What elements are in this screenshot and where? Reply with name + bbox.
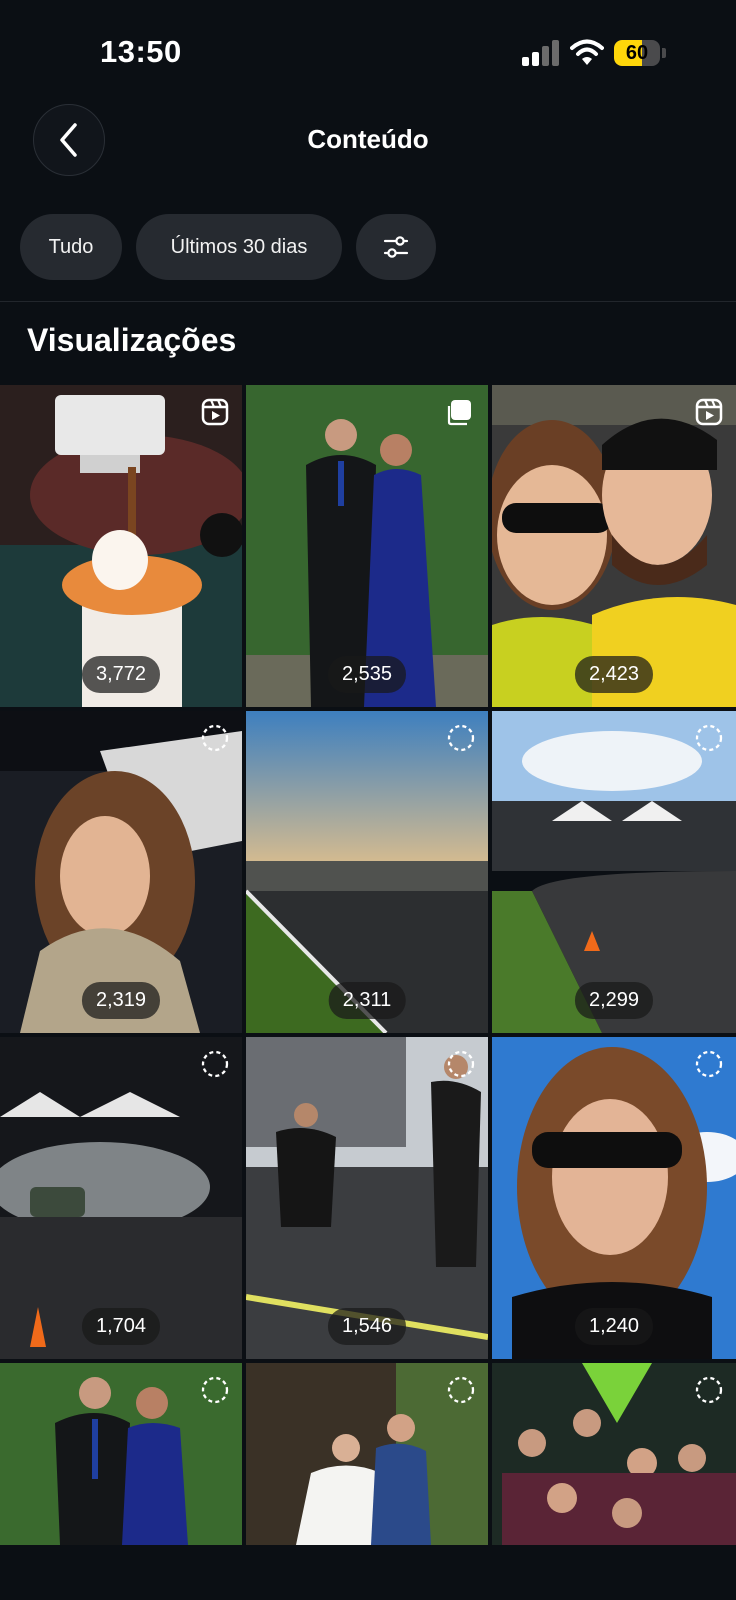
header: Conteúdo [0, 100, 736, 184]
post-tile[interactable]: 2,299 [492, 711, 736, 1033]
post-tile[interactable]: 3,772 [0, 385, 242, 707]
page-title: Conteúdo [307, 124, 429, 154]
view-count-badge: 2,423 [574, 656, 654, 693]
story-icon [201, 1376, 229, 1404]
post-tile[interactable]: 2,319 [0, 711, 242, 1033]
post-tile[interactable] [492, 1363, 736, 1545]
story-icon [695, 1050, 723, 1078]
filter-period-chip[interactable]: Últimos 30 dias [136, 214, 342, 280]
post-tile[interactable]: 2,423 [492, 385, 736, 707]
post-tile[interactable]: 2,311 [246, 711, 488, 1033]
post-tile[interactable]: 1,546 [246, 1037, 488, 1359]
view-count-badge: 2,311 [328, 982, 406, 1019]
cellular-signal-icon [522, 40, 560, 66]
carousel-icon [447, 400, 471, 426]
story-icon [695, 724, 723, 752]
story-icon [447, 1050, 475, 1078]
battery-level: 60 [625, 42, 649, 64]
section-title: Visualizações [27, 322, 237, 358]
status-bar: 13:50 60 [0, 0, 736, 108]
story-icon [695, 1376, 723, 1404]
view-count-badge: 1,546 [327, 1308, 407, 1345]
reel-icon [695, 398, 723, 426]
post-tile[interactable] [0, 1363, 242, 1545]
view-count-badge: 2,299 [574, 982, 654, 1019]
post-tile[interactable]: 1,240 [492, 1037, 736, 1359]
story-icon [201, 1050, 229, 1078]
sliders-icon [383, 236, 409, 258]
filter-all-chip[interactable]: Tudo [20, 214, 122, 280]
view-count-badge: 2,319 [81, 982, 161, 1019]
filter-settings-button[interactable] [356, 214, 436, 280]
divider [0, 301, 736, 302]
wifi-icon [570, 39, 604, 65]
post-tile[interactable]: 1,704 [0, 1037, 242, 1359]
reel-icon [201, 398, 229, 426]
view-count-badge: 3,772 [81, 656, 161, 693]
post-tile[interactable]: 2,535 [246, 385, 488, 707]
battery-icon: 60 [614, 40, 666, 66]
story-icon [447, 1376, 475, 1404]
story-icon [447, 724, 475, 752]
post-tile[interactable] [246, 1363, 488, 1545]
view-count-badge: 1,704 [81, 1308, 161, 1345]
view-count-badge: 1,240 [574, 1308, 654, 1345]
status-time: 13:50 [100, 34, 182, 69]
story-icon [201, 724, 229, 752]
view-count-badge: 2,535 [327, 656, 407, 693]
bottom-safe-area [0, 1545, 736, 1600]
